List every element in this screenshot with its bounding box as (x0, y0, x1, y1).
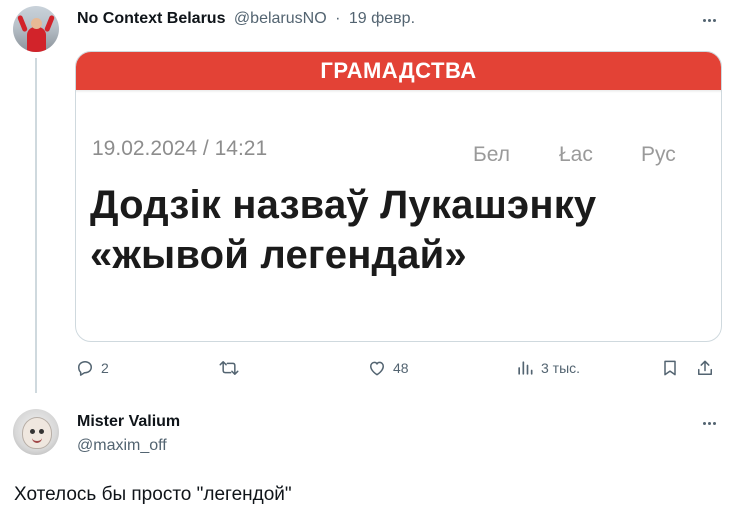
avatar-eye (39, 429, 44, 434)
card-language-bel: Бел (473, 143, 511, 166)
card-language-lac: Łac (559, 143, 593, 166)
avatar-face (22, 417, 52, 449)
card-headline: Додзік назваў Лукашэнку «жывой легендай» (90, 180, 710, 280)
more-options-icon[interactable] (697, 10, 721, 30)
bookmark-icon (664, 360, 676, 376)
avatar-figure-arm (43, 14, 56, 33)
author-handle[interactable]: @belarusNO (234, 10, 327, 27)
reply-count: 2 (101, 360, 109, 376)
avatar-eye (30, 429, 35, 434)
heart-icon (370, 361, 384, 376)
more-options-icon[interactable] (697, 413, 721, 433)
bar-chart-icon (518, 361, 533, 375)
share-upload-icon (698, 360, 712, 375)
avatar-no-context-belarus[interactable] (13, 6, 59, 52)
share-button[interactable] (695, 357, 715, 379)
like-count: 48 (393, 360, 409, 376)
reply-author-display-name[interactable]: Mister Valium (77, 412, 180, 432)
reply-tweet-text: Хотелось бы просто "легендой" (14, 484, 292, 505)
card-headline-line-1: Додзік назваў Лукашэнку (90, 183, 597, 227)
bookmark-button[interactable] (660, 357, 680, 379)
author-display-name[interactable]: No Context Belarus (77, 10, 225, 27)
reply-author-handle[interactable]: @maxim_off (77, 436, 167, 456)
card-datetime: 19.02.2024 / 14:21 (92, 137, 268, 160)
avatar-mister-valium[interactable] (13, 409, 59, 455)
tweet-header: No Context Belarus @belarusNO · 19 февр. (77, 9, 415, 29)
card-section-band: ГРАМАДСТВА (76, 52, 721, 90)
repost-button[interactable] (218, 357, 246, 379)
avatar-figure-head (31, 18, 42, 29)
card-headline-line-2: «жывой легендай» (90, 233, 467, 277)
comment-bubble-icon (78, 361, 92, 376)
reply-button[interactable]: 2 (75, 357, 109, 379)
views-button[interactable]: 3 тыс. (515, 357, 580, 379)
avatar-mouth (32, 438, 42, 443)
tweet-date[interactable]: 19 февр. (349, 10, 415, 27)
like-button[interactable]: 48 (367, 357, 409, 379)
card-band-shadow (76, 90, 721, 93)
repost-arrows-icon (219, 361, 239, 375)
thread-connector-line (35, 58, 37, 393)
views-count: 3 тыс. (541, 360, 581, 376)
card-section-title: ГРАМАДСТВА (320, 58, 477, 83)
link-preview-card[interactable]: ГРАМАДСТВА 19.02.2024 / 14:21 Бел Łac Ру… (75, 51, 722, 342)
avatar-figure-arm (16, 14, 29, 33)
card-language-rus: Рус (641, 143, 676, 166)
avatar-figure-body (27, 27, 46, 52)
separator-dot: · (335, 10, 341, 27)
